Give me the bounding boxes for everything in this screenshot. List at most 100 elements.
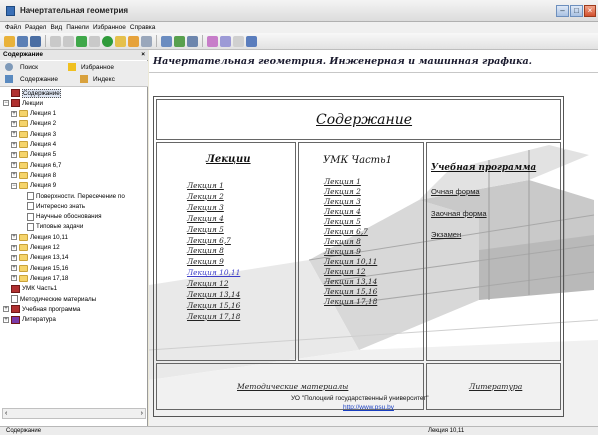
favorites-icon[interactable] xyxy=(128,35,139,47)
umk-lecture-link[interactable]: Лекция 3 xyxy=(324,197,361,206)
close-button[interactable]: × xyxy=(584,5,596,17)
lecture-link[interactable]: Лекция 4 xyxy=(187,214,224,223)
umk-lecture-link[interactable]: Лекция 2 xyxy=(324,187,361,196)
back-icon[interactable] xyxy=(50,35,61,47)
tree-item[interactable]: Интересно знать xyxy=(19,201,85,211)
collapse-icon[interactable]: − xyxy=(11,182,17,189)
umk-lecture-link[interactable]: Лекция 13,14 xyxy=(324,277,377,286)
menu-file[interactable]: Файл xyxy=(5,24,21,31)
lecture-link[interactable]: Лекция 2 xyxy=(187,192,224,201)
expand-icon[interactable]: + xyxy=(11,254,17,261)
lecture-link[interactable]: Лекция 17,18 xyxy=(187,312,240,321)
tree-item[interactable]: + Учебная программа xyxy=(3,304,80,314)
collapse-icon[interactable]: − xyxy=(3,100,9,107)
expand-icon[interactable]: + xyxy=(3,316,9,323)
window-icon[interactable] xyxy=(187,35,198,47)
lecture-link[interactable]: Лекция 15,16 xyxy=(187,301,240,310)
tree-item[interactable]: + Лекция 4 xyxy=(11,140,56,150)
expand-icon[interactable]: + xyxy=(11,265,17,272)
tree-item[interactable]: + Лекция 8 xyxy=(11,170,56,180)
panel-close-icon[interactable]: × xyxy=(141,50,145,60)
lecture-link[interactable]: Лекция 9 xyxy=(187,257,224,266)
umk-lecture-link[interactable]: Лекция 5 xyxy=(324,217,361,226)
scroll-left-icon[interactable]: ‹ xyxy=(5,410,7,417)
expand-icon[interactable]: + xyxy=(11,162,17,169)
umk-lecture-link[interactable]: Лекция 9 xyxy=(324,247,361,256)
expand-icon[interactable]: + xyxy=(11,110,17,117)
program-link[interactable]: Экзамен xyxy=(431,230,461,239)
umk-lecture-link[interactable]: Лекция 1 xyxy=(324,177,361,186)
umk-lecture-link[interactable]: Лекция 10,11 xyxy=(324,257,377,266)
program-link[interactable]: Заочная форма xyxy=(431,209,487,218)
lecture-link[interactable]: Лекция 6,7 xyxy=(187,236,231,245)
expand-icon[interactable]: + xyxy=(11,234,17,241)
scroll-right-icon[interactable]: › xyxy=(141,410,143,417)
expand-icon[interactable]: + xyxy=(11,244,17,251)
umk-lecture-link[interactable]: Лекция 15,16 xyxy=(324,287,377,296)
menu-view[interactable]: Вид xyxy=(50,24,62,31)
tree-item[interactable]: + Литература xyxy=(3,315,56,325)
pen-icon[interactable] xyxy=(220,35,231,47)
tree-item[interactable]: Научные обоснования xyxy=(19,212,102,222)
tree-item[interactable]: Методические материалы xyxy=(3,294,96,304)
brush-icon[interactable] xyxy=(207,35,218,47)
refresh-icon[interactable] xyxy=(102,35,113,47)
literature-link[interactable]: Литература xyxy=(469,382,522,391)
footer-link[interactable]: http://www.psu.by xyxy=(343,404,394,411)
expand-icon[interactable]: + xyxy=(11,275,17,282)
folder-icon[interactable] xyxy=(115,35,126,47)
tab-search[interactable]: Поиск xyxy=(5,63,38,71)
image-icon[interactable] xyxy=(174,35,185,47)
print-icon[interactable] xyxy=(30,35,41,47)
tree-item[interactable]: + Лекция 13,14 xyxy=(11,253,68,263)
tree-item[interactable]: + Лекция 17,18 xyxy=(11,273,68,283)
tab-favorites[interactable]: Избранное xyxy=(68,63,114,71)
umk-lecture-link[interactable]: Лекция 6,7 xyxy=(324,227,368,236)
home-icon[interactable] xyxy=(76,35,87,47)
tab-index[interactable]: Индекс xyxy=(80,75,115,83)
tree-item[interactable]: + Лекция 3 xyxy=(11,129,56,139)
list-icon[interactable] xyxy=(17,35,28,47)
program-link[interactable]: Очная форма xyxy=(431,187,480,196)
expand-icon[interactable]: + xyxy=(11,131,17,138)
tree-item[interactable]: + Лекция 2 xyxy=(11,119,56,129)
tab-contents[interactable]: Содержание xyxy=(5,75,58,83)
open-icon[interactable] xyxy=(4,35,15,47)
expand-icon[interactable]: + xyxy=(11,151,17,158)
tree-item[interactable]: Типовые задачи xyxy=(19,222,83,232)
menu-help[interactable]: Справка xyxy=(130,24,156,31)
menu-section[interactable]: Раздел xyxy=(25,24,46,31)
umk-lecture-link[interactable]: Лекция 4 xyxy=(324,207,361,216)
minimize-button[interactable]: – xyxy=(556,5,569,17)
tree-item[interactable]: − Лекция 9 xyxy=(11,181,56,191)
umk-lecture-link[interactable]: Лекция 8 xyxy=(324,237,361,246)
stop-icon[interactable] xyxy=(89,35,100,47)
tree-item[interactable]: − Лекции xyxy=(3,98,43,108)
forward-icon[interactable] xyxy=(63,35,74,47)
menu-favorites[interactable]: Избранное xyxy=(93,24,126,31)
tree-item[interactable]: + Лекция 10,11 xyxy=(11,232,68,242)
tree-item[interactable]: + Лекция 12 xyxy=(11,243,60,253)
expand-icon[interactable]: + xyxy=(11,141,17,148)
lecture-link[interactable]: Лекция 1 xyxy=(187,181,224,190)
menu-panels[interactable]: Панели xyxy=(66,24,89,31)
expand-icon[interactable]: + xyxy=(11,120,17,127)
font-icon[interactable] xyxy=(161,35,172,47)
tree-item[interactable]: УМК Часть1 xyxy=(3,284,57,294)
tree-item[interactable]: + Лекция 15,16 xyxy=(11,263,68,273)
expand-icon[interactable]: + xyxy=(3,306,9,313)
hand-icon[interactable] xyxy=(233,35,244,47)
save-icon[interactable] xyxy=(246,35,257,47)
tree-item[interactable]: + Лекция 5 xyxy=(11,150,56,160)
search-icon[interactable] xyxy=(141,35,152,47)
tree-item[interactable]: + Лекция 1 xyxy=(11,109,56,119)
expand-icon[interactable]: + xyxy=(11,172,17,179)
umk-lecture-link[interactable]: Лекция 17,18 xyxy=(324,297,377,306)
maximize-button[interactable]: □ xyxy=(570,5,583,17)
horizontal-scrollbar[interactable]: ‹ › xyxy=(2,408,146,419)
lecture-link[interactable]: Лекция 5 xyxy=(187,225,224,234)
tree-item[interactable]: Содержание xyxy=(3,88,61,98)
lecture-link[interactable]: Лекция 12 xyxy=(187,279,229,288)
lecture-link[interactable]: Лекция 8 xyxy=(187,246,224,255)
tree-item[interactable]: + Лекция 6,7 xyxy=(11,160,61,170)
